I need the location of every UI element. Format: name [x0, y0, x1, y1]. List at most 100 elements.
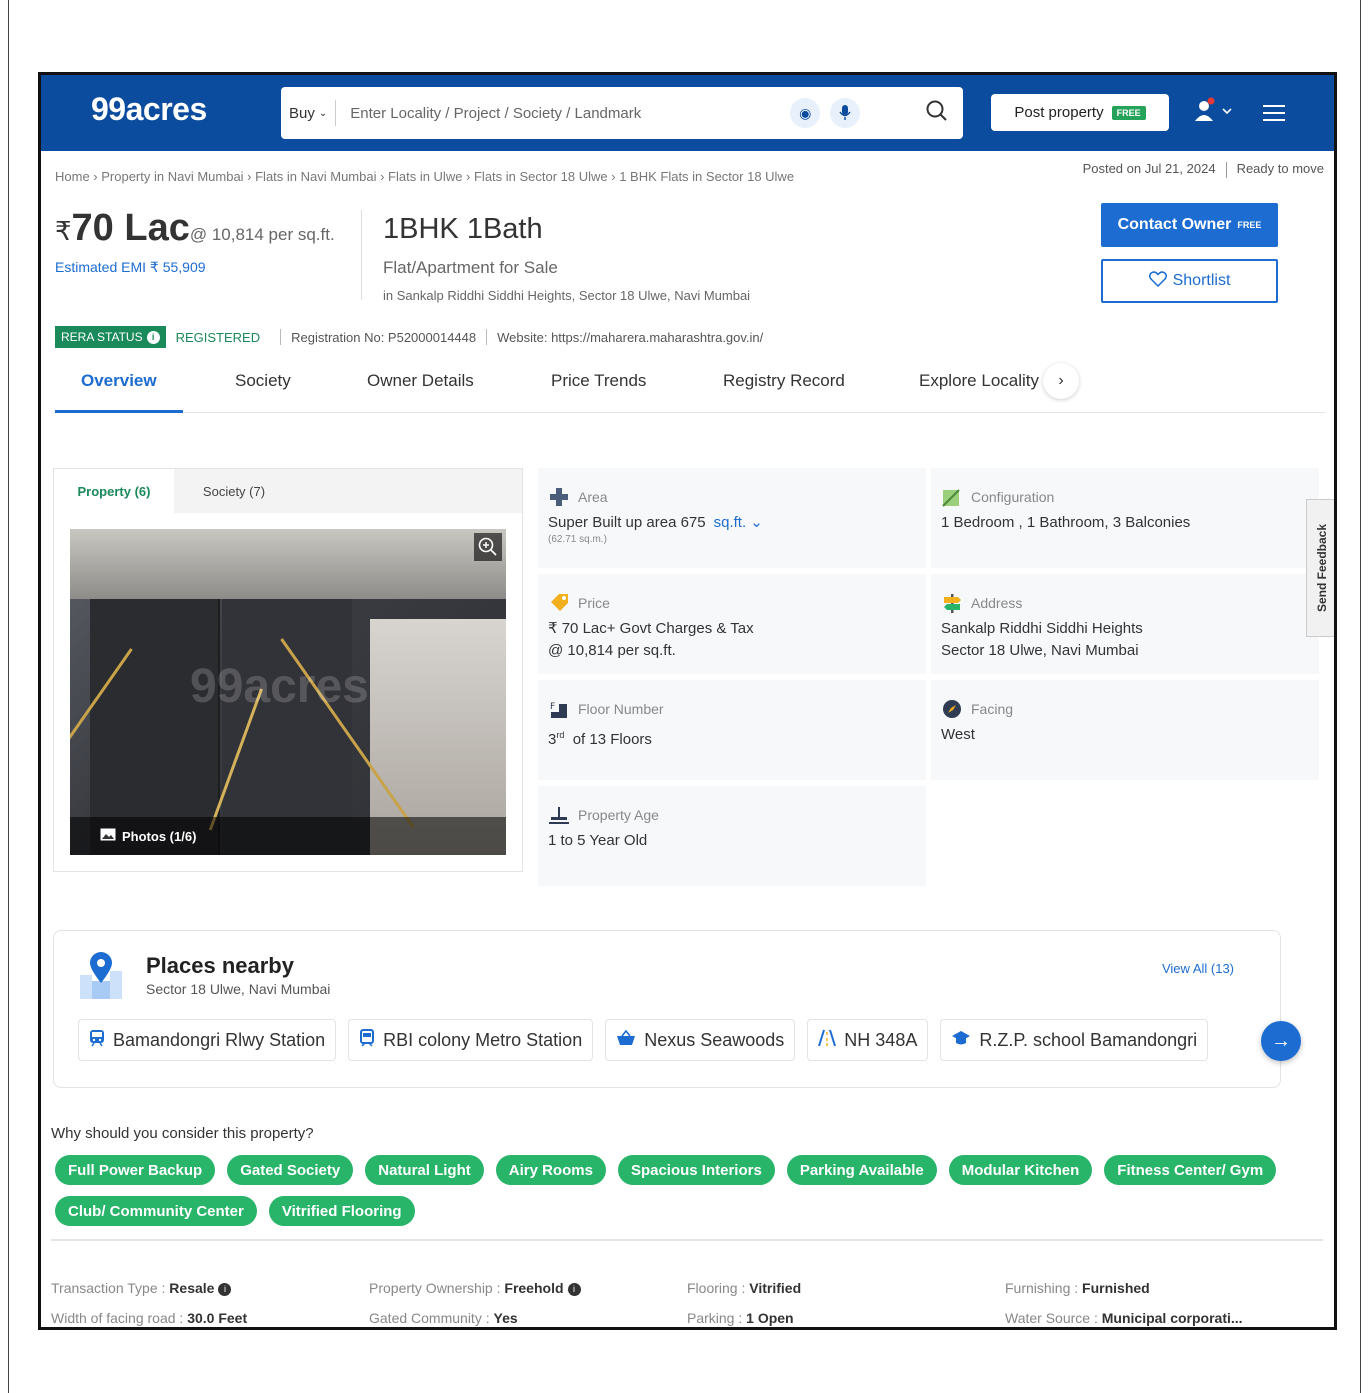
tab-owner-details[interactable]: Owner Details — [367, 371, 474, 391]
chevron-right-icon[interactable]: › — [1043, 363, 1079, 399]
floor-label: Floor Number — [578, 701, 664, 717]
highlight-pill: Modular Kitchen — [948, 1155, 1093, 1185]
why-consider-heading: Why should you consider this property? — [51, 1125, 314, 1142]
location-icon[interactable]: ◉ — [790, 98, 821, 128]
microphone-icon[interactable] — [830, 98, 861, 128]
listing-location: in Sankalp Riddhi Siddhi Heights, Sector… — [383, 288, 751, 303]
hamburger-menu-icon[interactable] — [1263, 105, 1285, 126]
area-unit-dropdown[interactable]: sq.ft. ⌄ — [714, 514, 763, 531]
rera-registration-number: Registration No: P52000014448 — [291, 329, 477, 345]
rera-status-badge: RERA STATUS i — [55, 326, 166, 348]
detail-configuration: Configuration 1 Bedroom , 1 Bathroom, 3 … — [931, 468, 1319, 568]
price-value: 70 Lac — [71, 207, 190, 249]
active-tab-indicator — [55, 410, 183, 413]
section-tabs: Overview Society Owner Details Price Tre… — [55, 361, 1325, 413]
place-chip[interactable]: RBI colony Metro Station — [348, 1019, 594, 1061]
rera-registered: REGISTERED — [175, 329, 261, 345]
places-next-arrow-icon[interactable]: → — [1261, 1021, 1301, 1061]
detail-price: Price ₹ 70 Lac+ Govt Charges & Tax @ 10,… — [538, 574, 926, 674]
site-logo[interactable]: 99acres — [91, 91, 207, 128]
tab-registry-record[interactable]: Registry Record — [723, 371, 845, 391]
buy-dropdown[interactable]: Buy ⌄ — [281, 100, 337, 126]
browser-viewport: 99acres Buy ⌄ ◉ Post property FREE Home … — [38, 72, 1337, 1330]
tab-price-trends[interactable]: Price Trends — [551, 371, 646, 391]
send-feedback-tab[interactable]: Send Feedback — [1306, 499, 1334, 637]
fact-value: Resale — [169, 1280, 215, 1296]
place-chip[interactable]: NH 348A — [807, 1019, 929, 1061]
listing-price: ₹70 Lac@ 10,814 per sq.ft. — [55, 207, 335, 250]
posted-date: Posted on Jul 21, 2024 — [1082, 161, 1216, 176]
map-pin-icon — [76, 951, 126, 1006]
highlight-pill: Club/ Community Center — [55, 1196, 257, 1226]
photo-ceiling — [70, 529, 506, 599]
section-divider — [51, 1239, 1323, 1241]
fact-label: Water Source : — [1005, 1310, 1102, 1326]
tab-society-photos[interactable]: Society (7) — [174, 469, 294, 513]
rera-row: RERA STATUS i REGISTERED Registration No… — [55, 326, 763, 348]
fact-label: Width of facing road : — [51, 1310, 188, 1326]
building-age-icon — [549, 807, 569, 824]
signpost-icon — [944, 594, 961, 613]
photos-count-label: Photos (1/6) — [122, 828, 197, 844]
area-icon — [550, 488, 568, 506]
tab-property-photos[interactable]: Property (6) — [54, 469, 174, 513]
detail-price-label-row: Price — [548, 592, 916, 614]
fact-label: Furnishing : — [1005, 1280, 1083, 1296]
free-tag: FREE — [1111, 105, 1146, 120]
fact-label: Gated Community : — [369, 1310, 494, 1326]
tab-overview[interactable]: Overview — [81, 371, 157, 391]
place-chip[interactable]: Nexus Seawoods — [605, 1019, 796, 1061]
contact-free-tag: FREE — [1237, 220, 1262, 230]
tab-explore-locality[interactable]: Explore Locality — [919, 371, 1039, 391]
place-chip[interactable]: Bamandongri Rlwy Station — [78, 1019, 337, 1061]
road-icon — [818, 1029, 837, 1052]
highlight-pill: Spacious Interiors — [617, 1155, 775, 1185]
search-input[interactable] — [350, 104, 771, 122]
shopping-icon — [616, 1029, 636, 1051]
search-icon[interactable] — [925, 99, 949, 128]
photo-watermark: 99acres — [190, 660, 369, 713]
train-icon — [89, 1029, 105, 1052]
tab-society[interactable]: Society — [235, 371, 291, 391]
detail-address-label-row: Address — [941, 592, 1309, 614]
age-label: Property Age — [578, 807, 659, 823]
svg-text:F: F — [550, 702, 555, 712]
price-tag-icon — [551, 594, 568, 611]
shortlist-button[interactable]: Shortlist — [1101, 259, 1278, 303]
price-value-line2: @ 10,814 per sq.ft. — [548, 642, 676, 659]
highlights-list: Full Power Backup Gated Society Natural … — [55, 1155, 1295, 1226]
breadcrumb[interactable]: Home › Property in Navi Mumbai › Flats i… — [55, 169, 794, 184]
rera-website[interactable]: Website: https://maharera.maharashtra.go… — [497, 330, 763, 345]
facts-column: Flooring : Vitrified Parking : 1 Open — [687, 1273, 801, 1327]
fact-ownership: Property Ownership : Freehold i — [369, 1273, 581, 1303]
contact-owner-button[interactable]: Contact Owner FREE — [1101, 203, 1278, 247]
property-photo[interactable]: 99acres Photos (1/6) — [70, 529, 506, 855]
configuration-label: Configuration — [971, 489, 1055, 505]
place-chip-label: Nexus Seawoods — [644, 1029, 785, 1050]
post-property-label: Post property — [1014, 104, 1104, 121]
info-icon[interactable]: i — [567, 1282, 581, 1296]
info-icon[interactable]: i — [218, 1282, 232, 1296]
user-menu-icon[interactable] — [1193, 97, 1233, 131]
site-header: 99acres Buy ⌄ ◉ Post property FREE — [41, 75, 1334, 151]
highlight-pill: Natural Light — [365, 1155, 484, 1185]
address-label: Address — [971, 595, 1023, 611]
place-chip[interactable]: R.Z.P. school Bamandongri — [940, 1019, 1209, 1061]
highlight-pill: Vitrified Flooring — [268, 1196, 415, 1226]
detail-facing-label-row: Facing — [941, 698, 1309, 720]
detail-area-label-row: Area — [548, 486, 916, 508]
shortlist-label: Shortlist — [1172, 272, 1231, 289]
info-icon[interactable]: i — [146, 330, 160, 344]
post-property-button[interactable]: Post property FREE — [991, 94, 1169, 131]
heart-icon — [1148, 270, 1167, 292]
detail-floor: F Floor Number 3rd of 13 Floors — [538, 680, 926, 780]
zoom-in-icon[interactable] — [474, 533, 502, 561]
possession-status: Ready to move — [1236, 161, 1324, 176]
detail-area: Area Super Built up area 675 sq.ft. ⌄ (62… — [538, 468, 926, 568]
detail-age-label-row: Property Age — [548, 804, 916, 826]
emi-link[interactable]: Estimated EMI ₹ 55,909 — [55, 259, 206, 276]
photo-gallery: Property (6) Society (7) 99acres Photos … — [53, 468, 523, 872]
photos-count[interactable]: Photos (1/6) — [70, 817, 506, 855]
view-all-places-link[interactable]: View All (13) — [1162, 961, 1234, 976]
fact-label: Parking : — [687, 1310, 747, 1326]
